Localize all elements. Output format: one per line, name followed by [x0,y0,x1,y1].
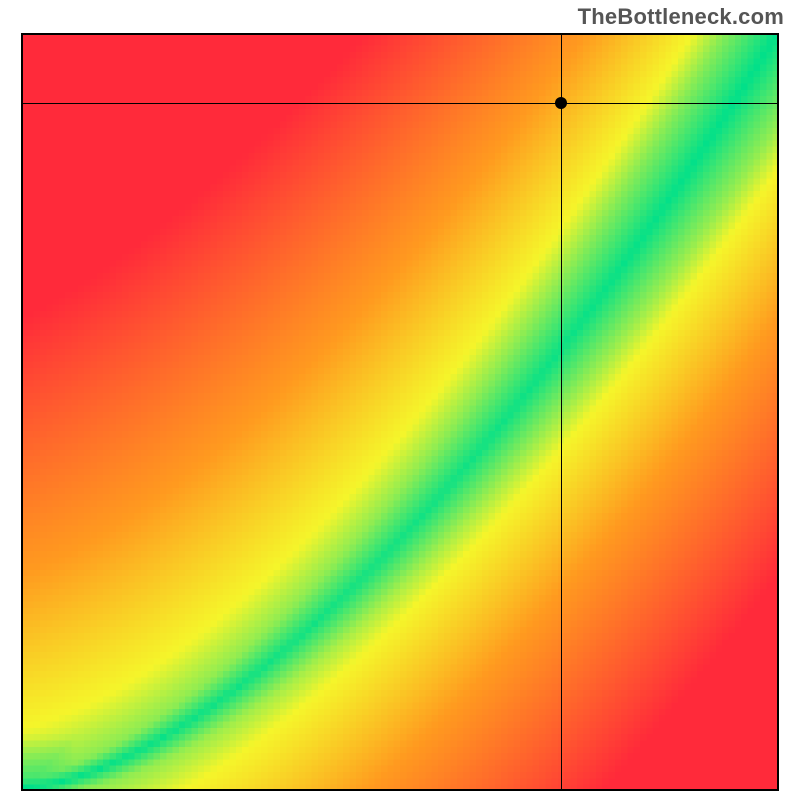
watermark-text: TheBottleneck.com [578,4,784,30]
plot-area [21,33,779,791]
crosshair-vertical [561,33,562,791]
crosshair-horizontal [21,103,779,104]
selection-marker-icon [555,97,567,109]
heatmap-canvas [21,33,779,791]
